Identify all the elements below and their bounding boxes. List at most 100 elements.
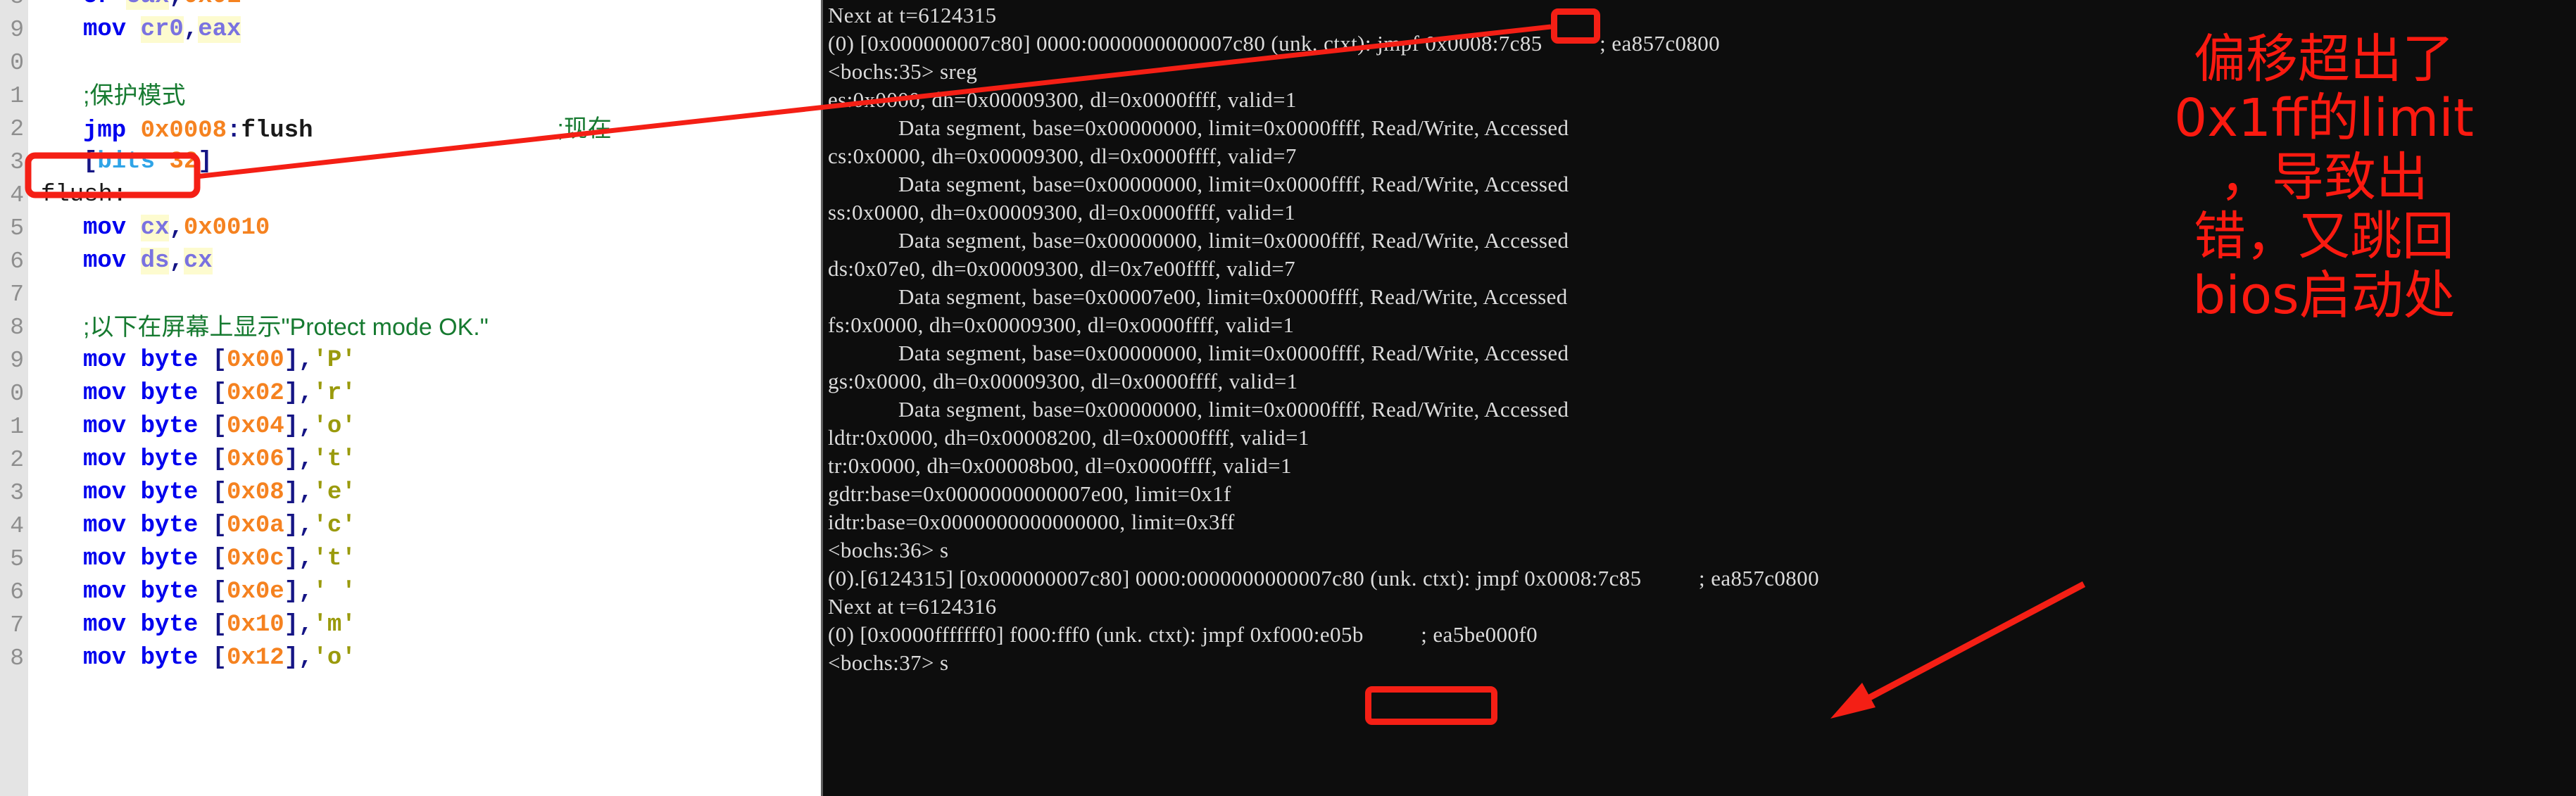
code-token: mov byte: [83, 645, 213, 671]
code-token: ,: [169, 0, 183, 10]
code-token: or: [83, 0, 126, 10]
terminal-line: cs:0x0000, dh=0x00009300, dl=0x0000ffff,…: [828, 144, 1297, 168]
line-number: 3: [10, 149, 24, 175]
code-line-text: mov byte [0x02],'r': [83, 377, 356, 410]
code-token: bits: [97, 149, 156, 175]
code-token: mov byte: [83, 512, 213, 539]
terminal-line: <bochs:37> s: [828, 650, 949, 675]
terminal-line: gs:0x0000, dh=0x00009300, dl=0x0000ffff,…: [828, 369, 1298, 393]
terminal-line: Data segment, base=0x00000000, limit=0x0…: [898, 115, 1569, 140]
terminal-line: Data segment, base=0x00000000, limit=0x0…: [898, 172, 1569, 196]
line-number: 2: [10, 447, 24, 473]
code-token: mov byte: [83, 545, 213, 572]
code-token: ;现在: [557, 115, 612, 142]
code-token: [: [212, 413, 227, 440]
code-token: 'o': [313, 645, 356, 671]
code-token: ]: [284, 347, 299, 374]
code-token: ]: [284, 645, 299, 671]
code-token: ]: [284, 579, 299, 605]
code-token: mov: [83, 16, 141, 43]
code-token: [: [212, 347, 227, 374]
code-token: 'P': [313, 347, 356, 374]
code-line-text: mov byte [0x0c],'t': [83, 543, 356, 576]
code-token: mov byte: [83, 380, 213, 407]
code-token: [: [212, 512, 227, 539]
line-number: 2: [10, 116, 24, 142]
code-token: [: [212, 479, 227, 506]
line-number: 8: [0, 0, 24, 13]
code-token: [: [212, 380, 227, 407]
terminal-line: Data segment, base=0x00000000, limit=0x0…: [898, 228, 1569, 253]
code-token: 'c': [313, 512, 356, 539]
terminal-line: ds:0x07e0, dh=0x00009300, dl=0x7e00ffff,…: [828, 256, 1296, 281]
code-token: ]: [284, 612, 299, 638]
code-token: ;以下在屏幕上显示"Protect mode OK.": [83, 314, 489, 341]
code-token: ' ': [313, 579, 356, 605]
code-token: ,: [299, 347, 313, 374]
code-token: mov: [83, 215, 141, 241]
code-token: 0x08: [227, 479, 284, 506]
code-line-text: mov byte [0x00],'P': [83, 344, 356, 377]
terminal-line: ss:0x0000, dh=0x00009300, dl=0x0000ffff,…: [828, 200, 1296, 225]
code-token: ]: [284, 446, 299, 473]
line-number: 7: [10, 282, 24, 308]
bochs-terminal-pane[interactable]: Next at t=6124315 (0) [0x000000007c80] 00…: [821, 0, 2576, 796]
code-line-text: mov cx,0x0010: [83, 212, 270, 245]
terminal-line: <bochs:35> sreg: [828, 59, 978, 84]
line-number: 8: [10, 315, 24, 341]
code-token: ,: [183, 16, 199, 43]
line-number: 4: [10, 513, 24, 539]
code-token: cx: [183, 248, 213, 274]
code-token: mov byte: [83, 347, 213, 374]
code-token: ,: [299, 545, 313, 572]
code-line-text: or eax,0x01: [83, 0, 241, 13]
line-number: 5: [10, 215, 24, 241]
terminal-line: Data segment, base=0x00000000, limit=0x0…: [898, 397, 1569, 422]
code-token: :: [227, 118, 241, 144]
code-token: mov byte: [83, 612, 213, 638]
code-token: ,: [299, 579, 313, 605]
code-token: flush: [241, 118, 313, 144]
line-number: 9: [10, 17, 24, 43]
code-token: ]: [284, 479, 299, 506]
code-line-text: ;保护模式: [83, 80, 185, 115]
code-line-text: mov cr0,eax: [83, 13, 241, 46]
code-editor-pane[interactable]: 8or eax,0x019mov cr0,eax01;保护模式2jmp 0x00…: [0, 0, 821, 796]
code-token: flush:: [41, 182, 127, 208]
code-token: eax: [198, 16, 241, 43]
code-token: ;保护模式: [83, 82, 186, 109]
code-token: ,: [169, 248, 184, 274]
code-token: 0x01: [184, 0, 241, 10]
terminal-line: Data segment, base=0x00000000, limit=0x0…: [898, 341, 1569, 365]
code-token: 'r': [313, 380, 356, 407]
code-token: ,: [169, 215, 184, 241]
terminal-line: (0) [0x000000007c80] 0000:0000000000007c…: [828, 31, 1721, 56]
terminal-line: Next at t=6124316: [828, 594, 997, 619]
code-line-text: mov byte [0x06],'t': [83, 443, 356, 476]
line-number: 1: [10, 83, 24, 109]
terminal-line: es:0x0000, dh=0x00009300, dl=0x0000ffff,…: [828, 87, 1297, 112]
code-token: 0x0c: [227, 545, 284, 572]
terminal-line: Data segment, base=0x00007e00, limit=0x0…: [898, 284, 1568, 309]
code-line-text: jmp 0x0008:flush ;现在: [83, 113, 612, 148]
code-token: 't': [313, 446, 356, 473]
code-token: 0x02: [227, 380, 284, 407]
code-token: [: [212, 645, 227, 671]
code-token: ds: [140, 248, 170, 274]
code-token: ,: [299, 512, 313, 539]
terminal-line: (0) [0x0000fffffff0] f000:fff0 (unk. ctx…: [828, 622, 1538, 647]
code-token: ,: [299, 612, 313, 638]
code-token: 32: [169, 149, 199, 175]
code-token: eax: [126, 0, 170, 10]
terminal-line: ldtr:0x0000, dh=0x00008200, dl=0x0000fff…: [828, 425, 1309, 450]
code-token: ,: [299, 645, 313, 671]
code-token: mov byte: [83, 446, 213, 473]
code-token: cr0: [140, 16, 184, 43]
line-number: 6: [10, 248, 24, 274]
code-line-text: mov byte [0x12],'o': [83, 642, 356, 675]
terminal-line: idtr:base=0x0000000000000000, limit=0x3f…: [828, 510, 1235, 534]
code-token: ,: [299, 413, 313, 440]
code-token: 0x0008: [140, 118, 227, 144]
terminal-line: <bochs:36> s: [828, 538, 949, 562]
terminal-line: gdtr:base=0x0000000000007e00, limit=0x1f: [828, 481, 1231, 506]
